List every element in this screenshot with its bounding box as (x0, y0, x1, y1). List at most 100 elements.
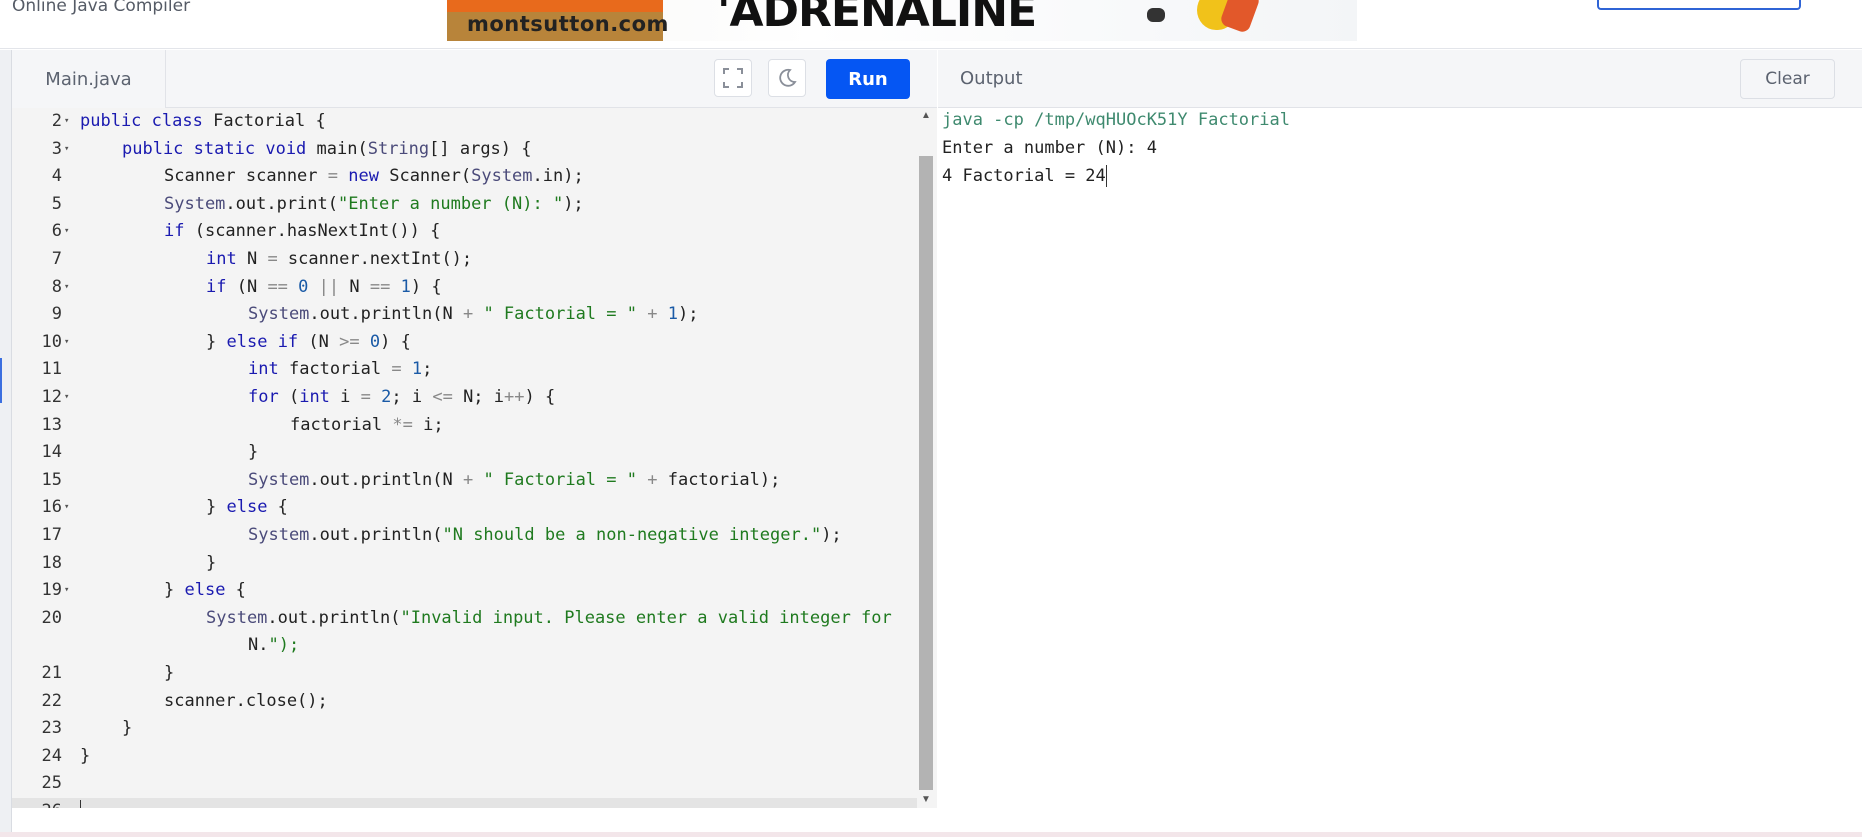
text-cursor (1105, 165, 1107, 188)
code-line[interactable]: N."); (12, 632, 917, 660)
line-number: 25 (41, 773, 62, 794)
code-text: } (206, 552, 217, 573)
code-line[interactable]: 15 System.out.println(N + " Factorial = "… (12, 467, 917, 495)
line-number: 4 (51, 166, 62, 187)
code-line[interactable]: 7 int N = scanner.nextInt(); (12, 246, 917, 274)
line-number: 18 (41, 552, 62, 573)
code-text: } else { (164, 580, 246, 601)
scroll-up-arrow[interactable]: ▲ (921, 110, 931, 121)
code-text: System.out.println(N + " Factorial = " +… (248, 304, 699, 325)
code-text: System.out.println("N should be a non-ne… (248, 525, 842, 545)
file-tab-main-java[interactable]: Main.java (12, 50, 166, 108)
output-console[interactable]: java -cp /tmp/wqHUOcK51Y Factorial Enter… (938, 108, 1862, 837)
code-line[interactable]: 19 ▾ } else { (12, 577, 917, 605)
line-number: 3 (51, 138, 62, 159)
code-text (80, 798, 81, 808)
line-number: 12 (41, 387, 62, 407)
code-text: public class Factorial { (80, 111, 326, 131)
line-number: 9 (51, 304, 62, 325)
code-line[interactable]: 5 System.out.print("Enter a number (N): "… (12, 191, 917, 219)
code-line[interactable]: 18} (12, 550, 917, 578)
fold-arrow-icon[interactable]: ▾ (64, 494, 69, 522)
fold-arrow-icon[interactable]: ▾ (64, 136, 69, 164)
output-title: Output (960, 68, 1023, 89)
output-line: 4 Factorial = 24 (942, 165, 1107, 188)
line-number: 14 (41, 442, 62, 463)
code-line[interactable]: 4 Scanner scanner = new Scanner(System.in… (12, 163, 917, 191)
line-number: 6 (51, 221, 62, 242)
header-button[interactable] (1597, 0, 1801, 10)
code-text: N."); (248, 635, 300, 656)
line-number: 13 (41, 414, 62, 435)
code-line[interactable]: 12 ▾ for (int i = 2; i <= N; i++) { (12, 384, 917, 412)
fold-arrow-icon[interactable]: ▾ (64, 577, 69, 605)
code-line[interactable]: 20 System.out.println("Invalid input. Ple… (12, 605, 917, 633)
line-number: 5 (51, 193, 62, 214)
theme-toggle-button[interactable] (768, 59, 806, 97)
code-text: } (248, 442, 259, 463)
code-text: if (scanner.hasNextInt()) { (164, 221, 441, 242)
ad-headline: 'ADRENALINE (717, 0, 1037, 37)
code-text: scanner.close(); (164, 690, 328, 711)
code-text: } (164, 663, 175, 683)
top-bar: Online Java Compiler montsutton.com 'ADR… (0, 0, 1862, 49)
code-line[interactable]: 22 scanner.close(); (12, 688, 917, 716)
text-cursor (80, 800, 81, 808)
ad-left-text: montsutton.com (467, 12, 669, 36)
code-line[interactable]: 13 factorial *= i; (12, 412, 917, 440)
editor-scrollbar[interactable]: ▲ ▼ (917, 108, 935, 808)
ad-image (1137, 0, 1261, 40)
code-text: int factorial = 1; (248, 359, 433, 380)
code-line[interactable]: 23} (12, 715, 917, 743)
code-text: public static void main(String[] args) { (122, 138, 532, 159)
output-pane: Output Clear java -cp /tmp/wqHUOcK51Y Fa… (938, 50, 1862, 837)
code-line[interactable]: 2 ▾ public class Factorial { (12, 108, 917, 136)
scroll-down-arrow[interactable]: ▼ (921, 794, 931, 805)
line-number: 24 (41, 745, 62, 766)
scrollbar-thumb[interactable] (919, 156, 933, 790)
code-line[interactable]: 17 System.out.println("N should be a non-… (12, 522, 917, 550)
code-line[interactable]: 24} (12, 743, 917, 771)
line-number: 22 (41, 690, 62, 711)
code-line[interactable]: 9 System.out.println(N + " Factorial = " … (12, 301, 917, 329)
output-command: java -cp /tmp/wqHUOcK51Y Factorial (942, 110, 1290, 130)
fold-arrow-icon[interactable]: ▾ (64, 384, 69, 412)
line-number: 10 (41, 331, 62, 352)
code-line[interactable]: 8 ▾ if (N == 0 || N == 1) { (12, 274, 917, 302)
ad-left-panel: montsutton.com (447, 0, 668, 41)
line-number: 20 (41, 607, 62, 628)
code-text: System.out.println(N + " Factorial = " +… (248, 469, 781, 490)
line-number: 19 (41, 580, 62, 601)
clear-button[interactable]: Clear (1740, 59, 1835, 99)
code-line[interactable]: 10 ▾} else if (N >= 0) { (12, 329, 917, 357)
code-line[interactable]: 14} (12, 439, 917, 467)
code-line[interactable]: 3 ▾ public static void main(String[] args)… (12, 136, 917, 164)
code-text: Scanner scanner = new Scanner(System.in)… (164, 166, 584, 187)
site-title: Online Java Compiler (12, 0, 191, 16)
moon-icon (779, 68, 797, 87)
output-line: Enter a number (N): 4 (942, 137, 1157, 158)
code-text: System.out.print("Enter a number (N): ")… (164, 193, 584, 214)
line-number: 15 (41, 469, 62, 490)
fold-arrow-icon[interactable]: ▾ (64, 218, 69, 246)
code-line[interactable]: 26 (12, 798, 917, 808)
code-line[interactable]: 6 ▾ if (scanner.hasNextInt()) { (12, 218, 917, 246)
line-number: 26 (12, 798, 62, 808)
code-text: System.out.println("Invalid input. Pleas… (206, 607, 892, 628)
fullscreen-icon (723, 68, 743, 88)
fold-arrow-icon[interactable]: ▾ (64, 108, 69, 136)
code-line[interactable]: 21} (12, 660, 917, 688)
code-text: int N = scanner.nextInt(); (206, 249, 473, 269)
fold-arrow-icon[interactable]: ▾ (64, 329, 69, 357)
code-line[interactable]: 16 ▾} else { (12, 494, 917, 522)
code-line[interactable]: 11 int factorial = 1; (12, 356, 917, 384)
code-line[interactable]: 25 (12, 770, 917, 798)
run-button[interactable]: Run (826, 59, 910, 99)
code-editor[interactable]: 2 ▾ public class Factorial {3 ▾ public stati… (12, 108, 937, 808)
ad-banner[interactable]: montsutton.com 'ADRENALINE (447, 0, 1357, 41)
code-text: if (N == 0 || N == 1) { (206, 276, 442, 297)
fold-arrow-icon[interactable]: ▾ (64, 274, 69, 302)
left-edge-bar (0, 50, 12, 837)
line-number: 8 (51, 276, 62, 297)
fullscreen-button[interactable] (714, 59, 752, 97)
